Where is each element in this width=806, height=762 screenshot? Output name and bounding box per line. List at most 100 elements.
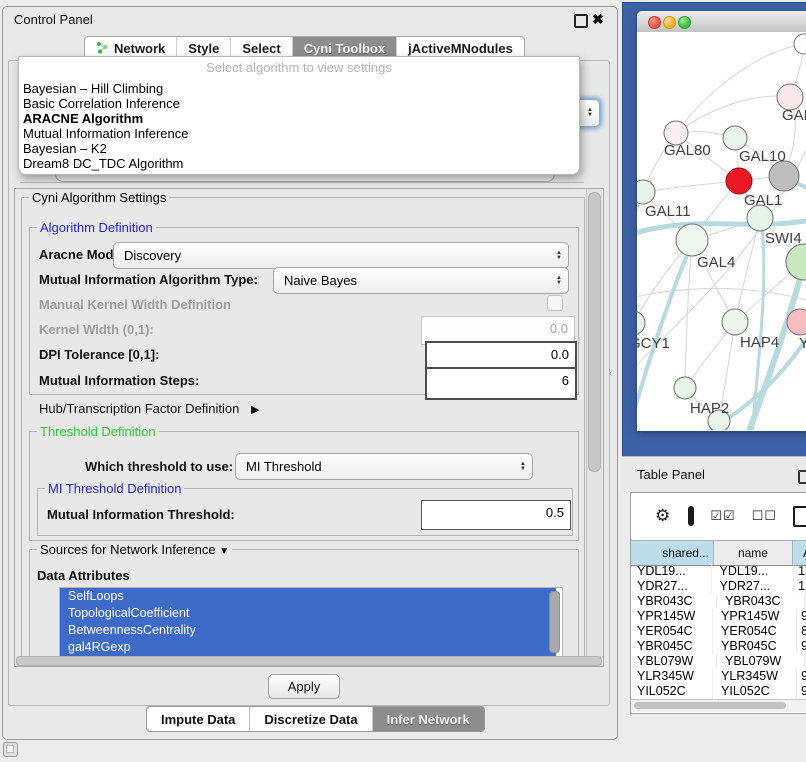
table-horizontal-scrollbar[interactable]	[631, 699, 806, 712]
mi-algorithm-type-combobox[interactable]: Naive Bayes ▲▼	[273, 267, 569, 294]
list-item-topologicalcoefficient[interactable]: TopologicalCoefficient	[60, 605, 556, 622]
network-node-gray[interactable]	[769, 161, 799, 191]
network-icon	[96, 41, 109, 57]
tab-network-label: Network	[114, 41, 165, 56]
list-item-betweennesscentrality[interactable]: BetweennessCentrality	[60, 622, 556, 639]
table-row[interactable]: YBR045CYBR045C9.	[631, 639, 806, 654]
popup-item-mutual-information[interactable]: Mutual Information Inference	[23, 126, 573, 141]
network-node-gcy1[interactable]	[637, 311, 645, 335]
tab-discretize-data[interactable]: Discretize Data	[249, 707, 371, 731]
node-label: GCY1	[637, 335, 670, 352]
node-label: HAP2	[690, 400, 729, 417]
popup-item-dream8[interactable]: Dream8 DC_TDC Algorithm	[23, 156, 573, 171]
network-node-gal11[interactable]	[637, 180, 655, 204]
apply-button[interactable]: Apply	[268, 674, 340, 699]
column-visibility-icon[interactable]	[688, 506, 694, 526]
network-canvas[interactable]: GAL GAL80 GAL10 GAL1 GAL11 SWI4 GAL4 GCY…	[637, 32, 806, 430]
table-row[interactable]: YPR145WYPR145W9.	[631, 609, 806, 624]
tab-infer-network[interactable]: Infer Network	[372, 707, 484, 731]
list-item-gal4rgexp[interactable]: gal4RGexp	[60, 639, 556, 656]
deselect-all-checkboxes-icon[interactable]: ☐☐	[752, 508, 777, 524]
data-attributes-list: SelfLoops TopologicalCoefficient Between…	[59, 587, 563, 659]
group-title-mi-threshold: MI Threshold Definition	[45, 481, 184, 496]
node-label: GAL11	[645, 203, 691, 220]
tab-impute-data[interactable]: Impute Data	[147, 707, 249, 731]
list-vertical-scrollbar[interactable]	[549, 591, 560, 653]
node-label: Y	[799, 335, 806, 352]
table-row[interactable]: YIL052CYIL052C9.	[631, 684, 806, 699]
kernel-width-label: Kernel Width (0,1):	[39, 322, 154, 337]
table-row[interactable]: YER054CYER054C8.	[631, 624, 806, 639]
table-toolbar: ⚙ ☑☑ ☐☐	[631, 493, 806, 539]
select-all-checkboxes-icon[interactable]: ☑☑	[710, 508, 735, 524]
which-threshold-combobox[interactable]: MI Threshold ▲▼	[235, 453, 533, 480]
settings-gear-icon[interactable]: ⚙	[655, 506, 670, 526]
mi-threshold-label: Mutual Information Threshold:	[47, 507, 235, 522]
node-label: GAL80	[664, 142, 711, 159]
zoom-window-button[interactable]	[678, 16, 691, 29]
settings-vertical-scrollbar-thumb[interactable]	[588, 192, 601, 472]
node-label: GAL1	[744, 192, 782, 209]
list-item-selfloops[interactable]: SelfLoops	[60, 588, 556, 605]
node-label: HAP4	[740, 334, 779, 351]
chevron-down-icon: ▼	[219, 546, 229, 557]
network-node-gal1[interactable]	[726, 168, 752, 194]
table-row[interactable]: YDR27...YDR27...12	[631, 579, 806, 594]
node-label: GAL	[782, 107, 806, 124]
table-row[interactable]: YDL19...YDL19...13	[631, 564, 806, 579]
aracne-mode-combobox[interactable]: Discovery ▲▼	[113, 242, 569, 269]
undock-table-panel-icon[interactable]	[798, 470, 806, 484]
which-threshold-label: Which threshold to use:	[85, 459, 233, 474]
network-node-gal10[interactable]	[723, 126, 747, 150]
popup-item-bayesian-hill-climbing[interactable]: Bayesian – Hill Climbing	[23, 81, 573, 96]
split-pane-handle[interactable]: ‹	[609, 368, 612, 379]
table-horizontal-scrollbar-thumb[interactable]	[634, 702, 786, 709]
network-node-hap4[interactable]	[722, 309, 748, 335]
control-panel-title: Control Panel	[14, 12, 93, 27]
undock-panel-icon[interactable]	[574, 14, 588, 28]
network-window-titlebar[interactable]	[637, 11, 806, 33]
popup-item-aracne[interactable]: ARACNE Algorithm	[23, 111, 573, 126]
manual-kernel-width-label: Manual Kernel Width Definition	[39, 297, 231, 312]
chevron-right-icon: ▶	[251, 404, 259, 416]
dpi-tolerance-label: DPI Tolerance [0,1]:	[39, 347, 159, 362]
group-title-sources[interactable]: Sources for Network Inference ▼	[37, 542, 232, 557]
network-node[interactable]	[794, 34, 806, 54]
mi-steps-label: Mutual Information Steps:	[39, 373, 199, 388]
group-title-algorithm-definition: Algorithm Definition	[37, 220, 156, 235]
cyni-settings-scrollpane: Cyni Algorithm Settings Algorithm Defini…	[14, 188, 604, 667]
close-window-button[interactable]	[648, 16, 661, 29]
export-table-icon[interactable]	[793, 506, 806, 527]
minimize-window-button[interactable]	[663, 16, 676, 29]
manual-kernel-width-checkbox[interactable]	[547, 295, 563, 311]
network-node-gal4[interactable]	[676, 224, 708, 256]
popup-item-basic-correlation[interactable]: Basic Correlation Inference	[23, 96, 573, 111]
table-row[interactable]: YBR043CYBR043C	[631, 594, 806, 609]
settings-horizontal-scrollbar[interactable]	[16, 656, 602, 666]
popup-item-bayesian-k2[interactable]: Bayesian – K2	[23, 141, 573, 156]
network-node-hap2[interactable]	[674, 377, 696, 399]
combo-stepper-icon: ▲▼	[550, 268, 568, 293]
mi-algorithm-type-label: Mutual Information Algorithm Type:	[39, 272, 258, 287]
minimized-panel-icon[interactable]	[3, 742, 18, 757]
combo-stepper-icon: ▲▼	[581, 100, 599, 126]
table-row[interactable]: YLR345WYLR345W9.	[631, 669, 806, 684]
group-border-line	[20, 182, 584, 183]
close-panel-icon[interactable]: ✖	[592, 11, 604, 28]
table-body: YDL19...YDL19...13 YDR27...YDR27...12 YB…	[631, 564, 806, 699]
mi-steps-field[interactable]: 6	[425, 367, 577, 400]
column-header-partial[interactable]: A	[793, 541, 806, 565]
data-attributes-label: Data Attributes	[37, 568, 130, 583]
node-label: GAL10	[739, 148, 786, 165]
table-row[interactable]: YBL079WYBL079W	[631, 654, 806, 669]
mi-threshold-field[interactable]: 0.5	[421, 500, 571, 530]
hub-definition-toggle[interactable]: Hub/Transcription Factor Definition ▶	[39, 401, 259, 416]
group-title-threshold-definition: Threshold Definition	[37, 424, 159, 439]
popup-prompt: Select algorithm to view settings	[19, 60, 579, 75]
column-header-shared-name[interactable]: shared...	[631, 541, 714, 565]
algorithm-dropdown-popup: Select algorithm to view settings Bayesi…	[18, 56, 580, 175]
node-label: SWI4	[765, 230, 802, 247]
combo-stepper-icon: ▲▼	[514, 454, 532, 479]
column-header-name[interactable]: name	[714, 541, 793, 565]
cyni-bottom-tabbar: Impute Data Discretize Data Infer Networ…	[146, 706, 485, 732]
